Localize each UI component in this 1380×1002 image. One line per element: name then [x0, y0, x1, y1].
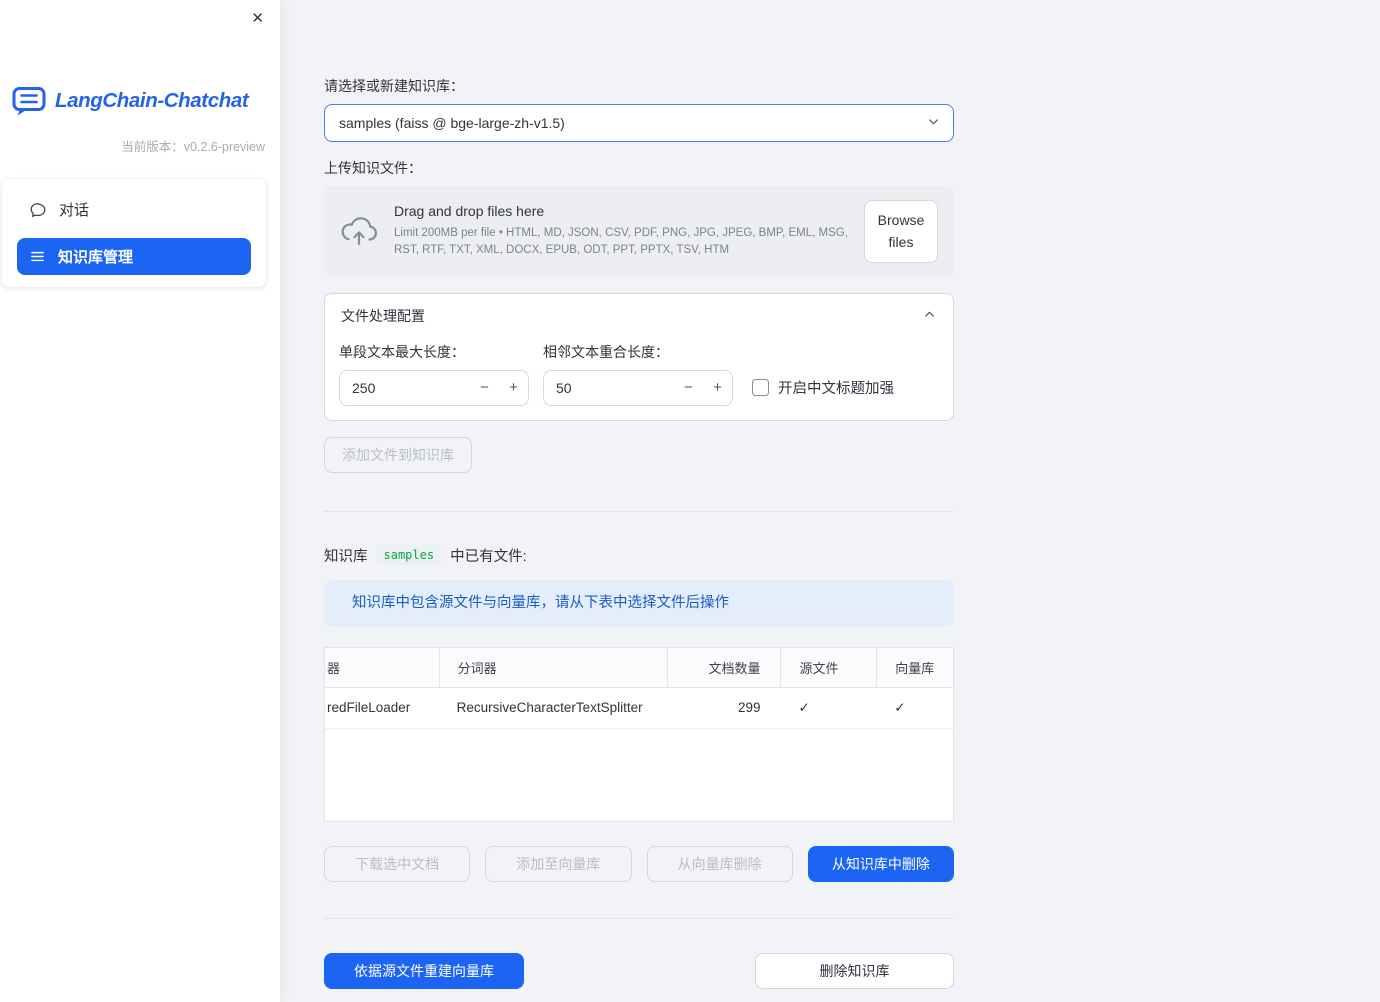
kb-select[interactable]: samples (faiss @ bge-large-zh-v1.5) [324, 104, 954, 142]
chunk-size-input[interactable]: 250 − + [339, 369, 529, 406]
cell-vector-store-check: ✓ [894, 699, 906, 715]
info-banner: 知识库中包含源文件与向量库，请从下表中选择文件后操作 [324, 579, 954, 627]
version-label: 当前版本：v0.2.6-preview [121, 140, 265, 154]
column-header-source-file[interactable]: 源文件 [780, 647, 876, 687]
close-icon: ✕ [251, 10, 264, 27]
logo-chat-icon [12, 86, 46, 116]
sidebar-menu: 对话 知识库管理 [2, 179, 266, 287]
table-empty-area [325, 729, 953, 821]
cell-doc-count: 299 [737, 700, 761, 716]
column-header-vector-store[interactable]: 向量库 [876, 647, 953, 687]
sidebar-item-knowledge-base[interactable]: 知识库管理 [17, 238, 251, 275]
kb-select-label: 请选择或新建知识库： [324, 78, 464, 94]
overlap-value: 50 [556, 379, 572, 396]
increment-button[interactable]: + [499, 379, 528, 396]
cell-splitter: RecursiveCharacterTextSplitter [456, 700, 643, 716]
delete-from-kb-button[interactable]: 从知识库中删除 [807, 845, 954, 882]
cell-source-file-check: ✓ [798, 699, 810, 715]
uploader-limit-text: Limit 200MB per file • HTML, MD, JSON, C… [394, 227, 848, 257]
checkbox-label: 开启中文标题加强 [778, 380, 894, 397]
kb-select-value: samples (faiss @ bge-large-zh-v1.5) [339, 115, 565, 131]
uploader-title: Drag and drop files here [394, 203, 545, 220]
download-selected-button[interactable]: 下载选中文档 [324, 845, 471, 882]
config-expander-header[interactable]: 文件处理配置 [325, 294, 953, 334]
checkbox-box [752, 378, 769, 396]
menu-item-label: 对话 [59, 202, 90, 219]
uploader-label: 上传知识文件： [324, 160, 422, 176]
rebuild-vector-store-button[interactable]: 依据源文件重建向量库 [324, 952, 524, 989]
column-header-loader[interactable]: 器 [325, 648, 439, 687]
existing-files-suffix: 中已有文件: [450, 548, 527, 565]
add-to-vector-store-button[interactable]: 添加至向量库 [485, 845, 632, 882]
column-header-splitter[interactable]: 分词器 [438, 647, 667, 687]
table-header-row: 器 分词器 文档数量 源文件 向量库 [325, 647, 953, 688]
chevron-down-icon [926, 114, 941, 132]
bottom-action-row: 依据源文件重建向量库 删除知识库 [324, 952, 954, 989]
zh-title-enhance-checkbox[interactable]: 开启中文标题加强 [752, 377, 894, 398]
chevron-up-icon [922, 307, 937, 325]
chunk-size-label: 单段文本最大长度： [339, 343, 465, 360]
config-expander-title: 文件处理配置 [341, 307, 425, 324]
sidebar: ✕ LangChain-Chatchat 当前版本：v0.2.6-preview [0, 0, 280, 1002]
decrement-button[interactable]: − [674, 379, 703, 396]
app-window: ✕ LangChain-Chatchat 当前版本：v0.2.6-preview [0, 0, 1380, 1002]
existing-files-heading: 知识库 samples 中已有文件: [324, 545, 954, 566]
files-table: 器 分词器 文档数量 源文件 向量库 redFileLoader Recursi… [324, 646, 954, 822]
browse-files-button[interactable]: Browse files [864, 200, 938, 263]
config-expander: 文件处理配置 单段文本最大长度： 250 − + 相邻文本重合长度： 50 − … [324, 292, 954, 421]
close-sidebar-button[interactable]: ✕ [247, 7, 268, 30]
overlap-field: 相邻文本重合长度： 50 − + [543, 342, 733, 406]
table-action-buttons: 下载选中文档 添加至向量库 从向量库删除 从知识库中删除 [324, 845, 954, 882]
delete-from-vector-store-button[interactable]: 从向量库删除 [646, 845, 793, 882]
cell-loader: redFileLoader [327, 700, 411, 716]
app-logo: LangChain-Chatchat [0, 0, 280, 116]
overlap-label: 相邻文本重合长度： [543, 343, 669, 360]
decrement-button[interactable]: − [470, 379, 499, 396]
cloud-upload-icon [340, 217, 378, 246]
divider [324, 917, 954, 919]
delete-kb-button[interactable]: 删除知识库 [755, 952, 954, 989]
divider [324, 510, 954, 512]
logo-text: LangChain-Chatchat [55, 89, 249, 112]
existing-files-prefix: 知识库 [324, 548, 368, 565]
chat-bubble-icon [29, 201, 47, 219]
list-icon [29, 248, 46, 265]
sidebar-item-dialogue[interactable]: 对话 [17, 191, 251, 228]
chunk-size-value: 250 [352, 379, 376, 396]
increment-button[interactable]: + [703, 379, 732, 396]
column-header-doc-count[interactable]: 文档数量 [666, 647, 781, 687]
add-files-button[interactable]: 添加文件到知识库 [324, 436, 472, 473]
overlap-input[interactable]: 50 − + [543, 369, 733, 406]
chunk-size-field: 单段文本最大长度： 250 − + [339, 342, 529, 406]
menu-item-label: 知识库管理 [58, 249, 134, 266]
kb-name-code: samples [376, 545, 442, 566]
table-row[interactable]: redFileLoader RecursiveCharacterTextSpli… [325, 688, 953, 729]
file-uploader-dropzone[interactable]: Drag and drop files here Limit 200MB per… [324, 186, 954, 277]
